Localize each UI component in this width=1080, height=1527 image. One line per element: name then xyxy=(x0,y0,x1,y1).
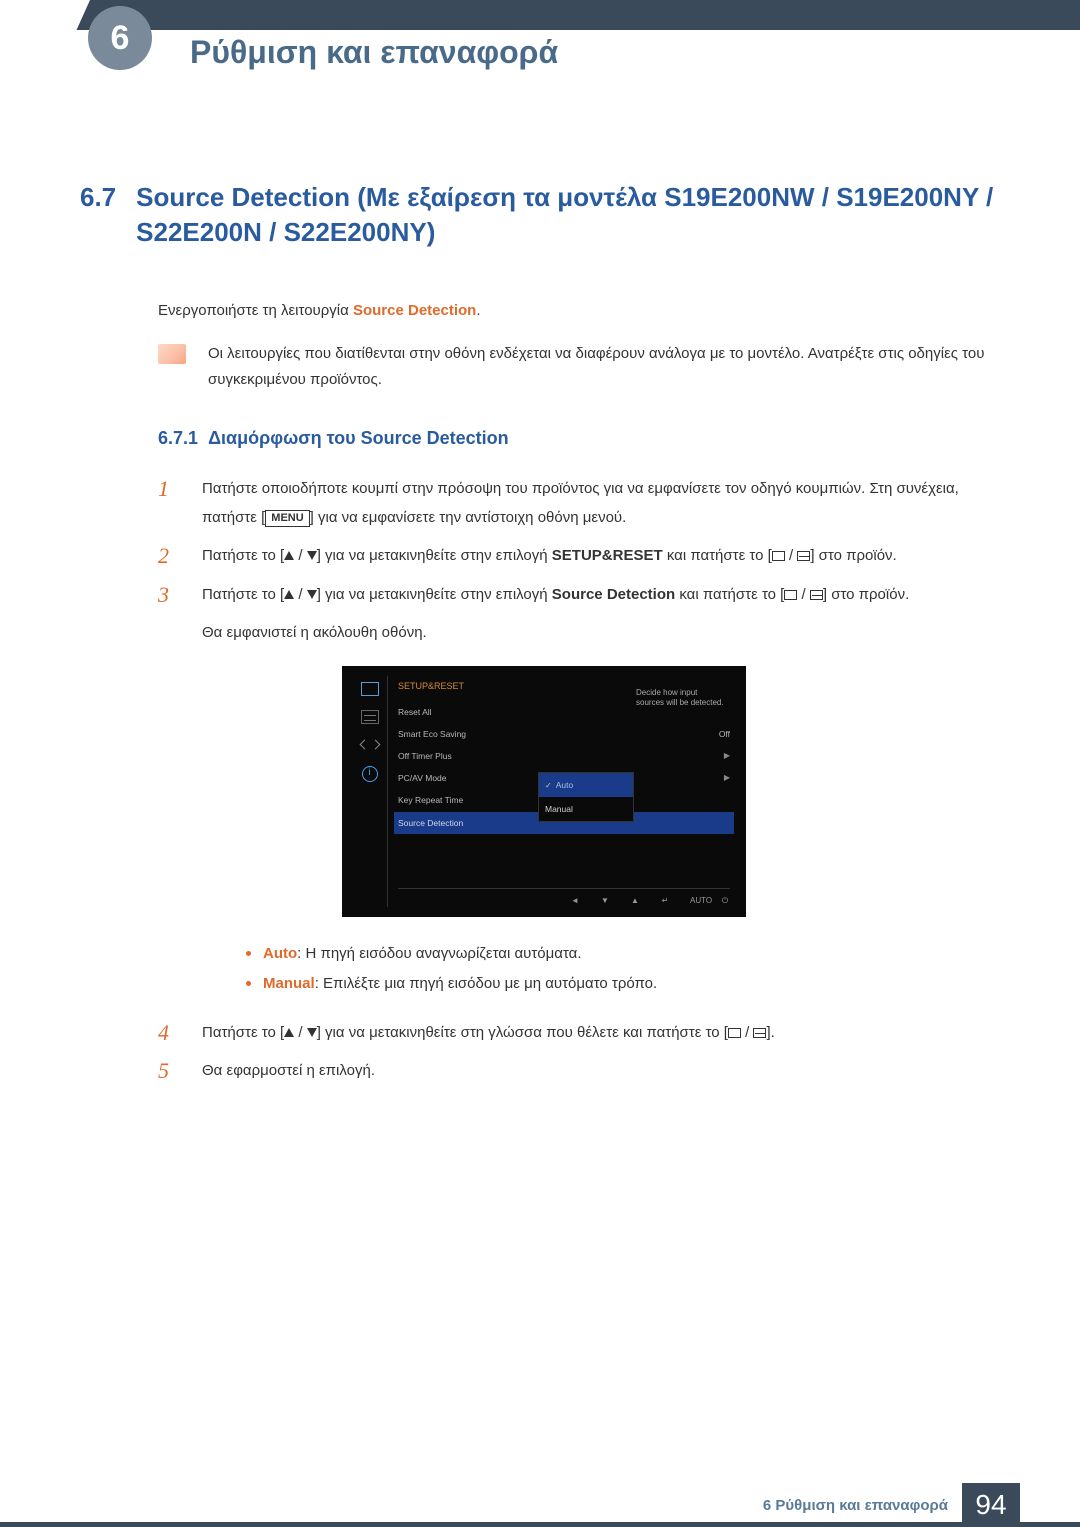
list-icon xyxy=(361,710,379,724)
down-arrow-icon xyxy=(307,551,317,560)
intro-suffix: . xyxy=(476,302,480,319)
step-text: Πατήστε το [ xyxy=(202,547,284,564)
step-3: 3 Πατήστε το [ / ] για να μετακινηθείτε … xyxy=(158,581,1000,1009)
osd-submenu-selected: Auto xyxy=(539,773,633,797)
down-arrow-icon xyxy=(307,590,317,599)
bullet-text: : Επιλέξτε μια πηγή εισόδου με μη αυτόμα… xyxy=(315,975,657,992)
step-text: ] για να εμφανίσετε την αντίστοιχη οθόνη… xyxy=(310,509,627,526)
page-title: Ρύθμιση και επαναφορά xyxy=(190,34,558,71)
section-title: Source Detection (Με εξαίρεση τα μοντέλα… xyxy=(136,180,1000,250)
step-2: 2 Πατήστε το [ / ] για να μετακινηθείτε … xyxy=(158,542,1000,571)
section-number: 6.7 xyxy=(80,180,116,250)
intro-prefix: Ενεργοποιήστε τη λειτουργία xyxy=(158,302,353,319)
step-number: 5 xyxy=(158,1057,184,1086)
left-icon: ◄ xyxy=(570,893,580,901)
info-icon: i xyxy=(362,766,378,782)
intro-text: Ενεργοποιήστε τη λειτουργία Source Detec… xyxy=(158,302,1000,319)
step-number: 3 xyxy=(158,581,184,1009)
subsection-number: 6.7.1 xyxy=(158,428,198,448)
steps: 1 Πατήστε οποιοδήποτε κουμπί στην πρόσοψ… xyxy=(158,475,1000,1086)
step-text: και πατήστε το [ xyxy=(675,586,784,603)
step-body: Πατήστε οποιοδήποτε κουμπί στην πρόσοψη … xyxy=(202,475,1000,532)
menu-button-label: MENU xyxy=(265,510,309,527)
osd-main: SETUP&RESET Reset All Smart Eco SavingOf… xyxy=(388,676,736,907)
enter-icon: ↵ xyxy=(660,893,670,901)
footer-page-number: 94 xyxy=(962,1483,1020,1527)
subsection-heading: 6.7.1 Διαμόρφωση του Source Detection xyxy=(158,428,1000,449)
down-icon: ▼ xyxy=(600,893,610,901)
source-detection-label: Source Detection xyxy=(552,586,675,603)
bullet-label: Manual xyxy=(263,975,315,992)
osd-screenshot: i SETUP&RESET Reset All Smart Eco Saving… xyxy=(342,666,746,917)
intro-highlight: Source Detection xyxy=(353,302,476,319)
up-arrow-icon xyxy=(284,590,294,599)
step-text: ] στο προϊόν. xyxy=(810,547,896,564)
chapter-badge: 6 xyxy=(88,6,152,70)
footer-chapter: 6 Ρύθμιση και επαναφορά xyxy=(763,1497,948,1514)
rect-icon xyxy=(784,590,797,600)
bullet-text: : Η πηγή εισόδου αναγνωρίζεται αυτόματα. xyxy=(297,945,581,962)
step-body: Πατήστε το [ / ] για να μετακινηθείτε στ… xyxy=(202,581,1000,1009)
footer-strip xyxy=(0,1522,1080,1527)
page-footer: 6 Ρύθμιση και επαναφορά 94 xyxy=(0,1483,1080,1527)
osd-item: Smart Eco SavingOff xyxy=(398,723,730,745)
step-followup: Θα εμφανιστεί η ακόλουθη οθόνη. xyxy=(202,619,1000,648)
subsection-title: Διαμόρφωση του Source Detection xyxy=(208,428,509,448)
bullet-list: Auto: Η πηγή εισόδου αναγνωρίζεται αυτόμ… xyxy=(246,939,1000,999)
rect-icon xyxy=(728,1028,741,1038)
up-icon: ▲ xyxy=(630,893,640,901)
down-arrow-icon xyxy=(307,1028,317,1037)
step-text: και πατήστε το [ xyxy=(663,547,772,564)
step-number: 4 xyxy=(158,1019,184,1048)
step-text: ] στο προϊόν. xyxy=(823,586,909,603)
setup-reset-label: SETUP&RESET xyxy=(552,547,663,564)
step-text: ] για να μετακινηθείτε στην επιλογή xyxy=(317,586,552,603)
power-icon: ⏻ xyxy=(720,893,730,901)
step-text: ]. xyxy=(766,1024,774,1041)
rect-k-icon xyxy=(753,1028,766,1038)
bullet-item: Manual: Επιλέξτε μια πηγή εισόδου με μη … xyxy=(246,969,1000,999)
bullet-dot-icon xyxy=(246,951,251,956)
osd-item: Off Timer Plus▶ xyxy=(398,745,730,767)
osd-sidebar: i xyxy=(352,676,388,907)
content: 6.7 Source Detection (Με εξαίρεση τα μον… xyxy=(80,180,1000,1096)
up-arrow-icon xyxy=(284,551,294,560)
step-body: Θα εφαρμοστεί η επιλογή. xyxy=(202,1057,1000,1086)
step-text: ] για να μετακινηθείτε στη γλώσσα που θέ… xyxy=(317,1024,728,1041)
auto-label: AUTO xyxy=(690,893,700,901)
up-arrow-icon xyxy=(284,1028,294,1037)
step-number: 1 xyxy=(158,475,184,532)
rect-k-icon xyxy=(810,590,823,600)
bullet-dot-icon xyxy=(246,981,251,986)
rect-k-icon xyxy=(797,551,810,561)
bullet-item: Auto: Η πηγή εισόδου αναγνωρίζεται αυτόμ… xyxy=(246,939,1000,969)
step-5: 5 Θα εφαρμοστεί η επιλογή. xyxy=(158,1057,1000,1086)
osd-submenu-item: Manual xyxy=(539,797,633,821)
step-number: 2 xyxy=(158,542,184,571)
resize-icon xyxy=(361,738,379,752)
step-4: 4 Πατήστε το [ / ] για να μετακινηθείτε … xyxy=(158,1019,1000,1048)
step-text: ] για να μετακινηθείτε στην επιλογή xyxy=(317,547,552,564)
step-text: Πατήστε το [ xyxy=(202,1024,284,1041)
rect-icon xyxy=(772,551,785,561)
bullet-label: Auto xyxy=(263,945,297,962)
note-text: Οι λειτουργίες που διατίθενται στην οθόν… xyxy=(208,341,1000,392)
osd-footer: ◄ ▼ ▲ ↵ AUTO ⏻ xyxy=(398,888,730,901)
osd-description: Decide how input sources will be detecte… xyxy=(636,688,726,709)
step-1: 1 Πατήστε οποιοδήποτε κουμπί στην πρόσοψ… xyxy=(158,475,1000,532)
section-heading: 6.7 Source Detection (Με εξαίρεση τα μον… xyxy=(80,180,1000,250)
step-body: Πατήστε το [ / ] για να μετακινηθείτε στ… xyxy=(202,1019,1000,1048)
step-text: Πατήστε το [ xyxy=(202,586,284,603)
step-body: Πατήστε το [ / ] για να μετακινηθείτε στ… xyxy=(202,542,1000,571)
osd-submenu: Auto Manual xyxy=(538,772,634,822)
monitor-icon xyxy=(361,682,379,696)
top-strip xyxy=(0,0,1080,30)
note-icon xyxy=(158,344,186,364)
note-row: Οι λειτουργίες που διατίθενται στην οθόν… xyxy=(158,341,1000,392)
